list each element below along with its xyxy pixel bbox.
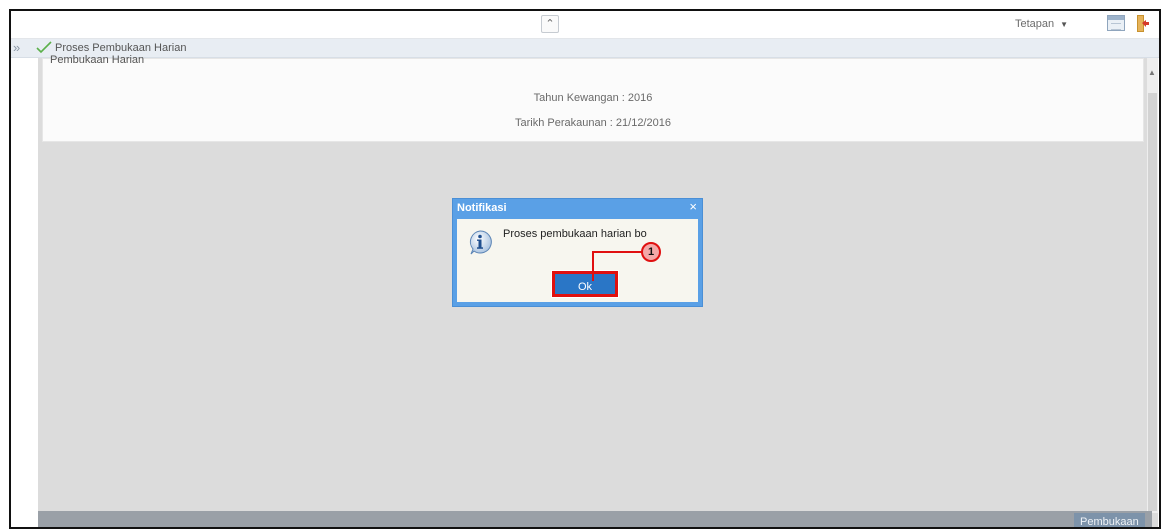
info-panel: Pembukaan Harian Tahun Kewangan : 2016 T… [42,54,1144,142]
calendar-icon[interactable] [1107,15,1125,31]
logout-icon[interactable] [1137,15,1149,32]
dialog-body: Proses pembukaan harian bo Ok [457,219,698,302]
posting-date-text: Tarikh Perakaunan : 21/12/2016 [515,117,671,129]
notification-dialog: Notifikasi × Proses pembukaan harian bo … [452,198,703,307]
breadcrumb: » Proses Pembukaan Harian [11,39,1159,58]
close-icon[interactable]: × [689,200,697,214]
scrollbar-thumb[interactable] [1148,93,1157,511]
financial-year-text: Tahun Kewangan : 2016 [533,92,653,104]
ok-button[interactable]: Ok [551,270,619,298]
footer-bar: Pembukaan [38,511,1152,527]
step-callout-badge: 1 [641,242,661,262]
dialog-title: Notifikasi [457,202,507,214]
settings-menu[interactable]: Tetapan ▼ [1015,18,1068,30]
scroll-up-icon[interactable]: ▲ [1148,68,1156,77]
callout-line-horizontal [592,251,642,253]
info-icon [469,230,492,255]
dialog-message: Proses pembukaan harian bo [503,228,647,240]
settings-label: Tetapan [1015,18,1055,30]
pembukaan-button[interactable]: Pembukaan [1074,513,1145,527]
caret-down-icon: ▼ [1060,20,1069,29]
callout-line-vertical [592,251,594,281]
double-chevron-up-icon[interactable]: ⌃ [541,15,559,33]
panel-heading: Pembukaan Harian [50,54,145,66]
expand-sidebar-icon[interactable]: » [13,40,20,56]
top-bar: ⌃ Tetapan ▼ [11,11,1159,39]
